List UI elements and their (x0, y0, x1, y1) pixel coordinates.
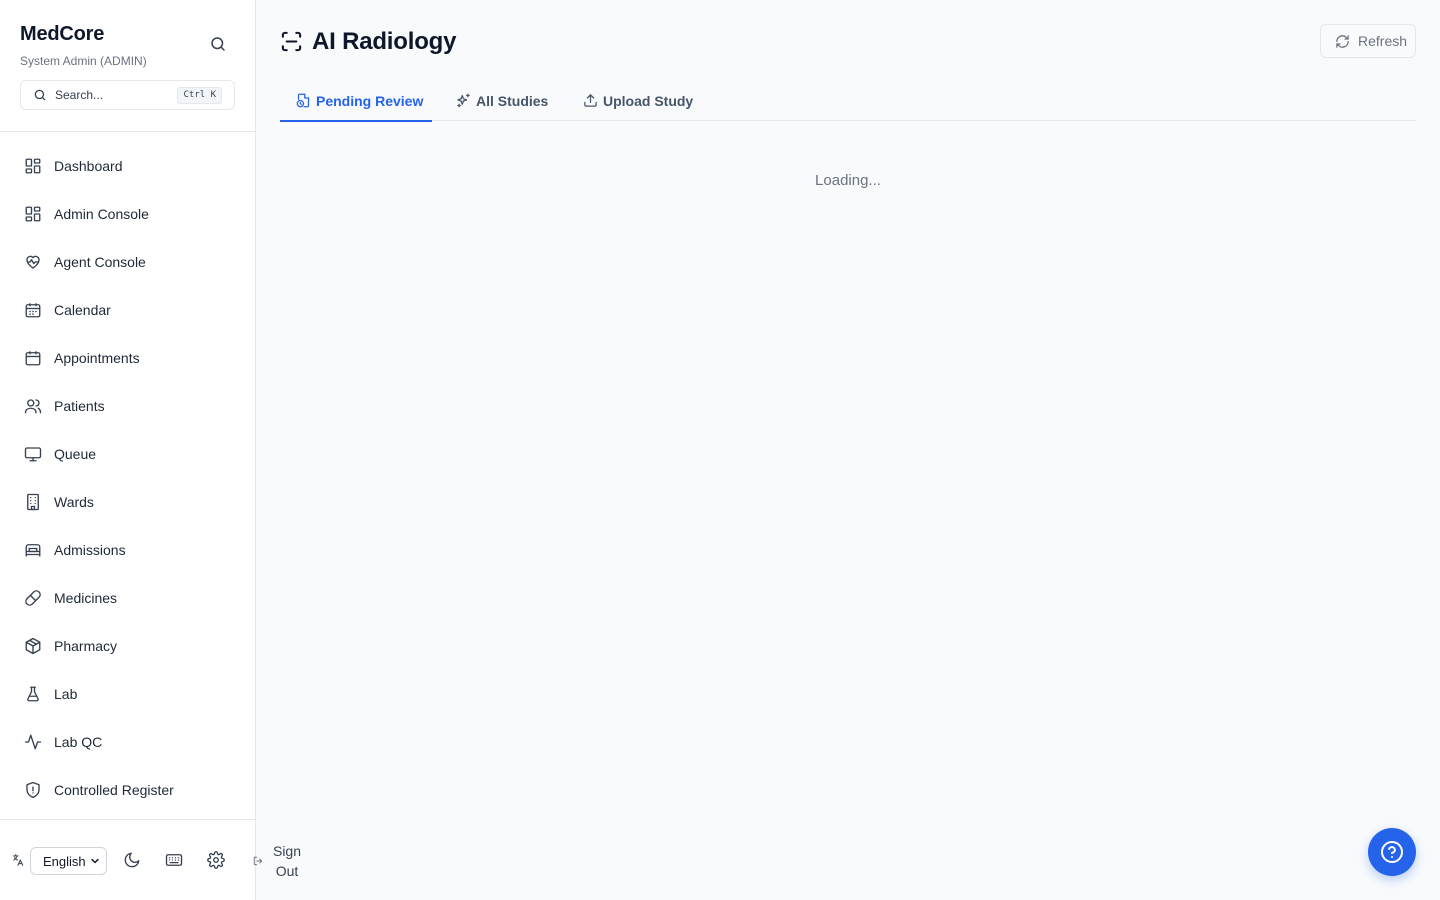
refresh-label: Refresh (1358, 33, 1408, 49)
sidebar-item-dashboard[interactable]: Dashboard (0, 142, 255, 190)
sidebar: MedCore System Admin (ADMIN) Search... C… (0, 0, 301, 900)
package-icon (24, 637, 42, 655)
search-placeholder: Search... (55, 88, 104, 102)
settings-button[interactable] (207, 851, 225, 869)
user-role: System Admin (ADMIN) (20, 54, 147, 68)
bed-icon (24, 541, 42, 559)
sidebar-item-label: Wards (54, 494, 94, 510)
search-icon (33, 88, 47, 102)
sidebar-header: MedCore System Admin (ADMIN) Search... C… (0, 0, 255, 132)
sidebar-item-label: Agent Console (54, 254, 146, 270)
layout-grid-icon (24, 157, 42, 175)
pill-icon (24, 589, 42, 607)
tab-pending-review[interactable]: Pending Review (280, 80, 432, 122)
tab-bar: Pending Review All Studies Upload Study (280, 80, 1416, 122)
sidebar-item-patients[interactable]: Patients (0, 382, 255, 430)
search-button[interactable] (206, 32, 230, 56)
search-shortcut-badge: Ctrl K (177, 87, 222, 104)
main-content: AI Radiology Refresh Pending Review All … (256, 0, 1440, 900)
activity-icon (24, 733, 42, 751)
moon-icon (123, 851, 141, 869)
upload-icon (583, 93, 598, 108)
sidebar-item-lab-qc[interactable]: Lab QC (0, 718, 255, 766)
shield-icon (24, 781, 42, 799)
sidebar-item-label: Medicines (54, 590, 118, 606)
sidebar-item-queue[interactable]: Queue (0, 430, 255, 478)
sidebar-item-label: Queue (54, 446, 97, 462)
tab-label: Pending Review (316, 92, 424, 109)
search-icon (209, 35, 227, 53)
scan-icon (280, 30, 303, 53)
heart-pulse-icon (24, 253, 42, 271)
language-select[interactable]: English (30, 847, 107, 875)
sidebar-item-admin-console[interactable]: Admin Console (0, 190, 255, 238)
sidebar-item-lab[interactable]: Lab (0, 670, 255, 718)
gear-icon (207, 851, 225, 869)
tab-label: Upload Study (603, 92, 694, 109)
app-root: MedCore System Admin (ADMIN) Search... C… (0, 0, 1440, 900)
sidebar-footer: English Sign Out (0, 819, 301, 900)
sidebar-item-label: Controlled Register (54, 782, 174, 798)
keyboard-icon (165, 851, 183, 869)
users-icon (24, 397, 42, 415)
loading-text: Loading... (815, 172, 881, 189)
language-icon (11, 853, 25, 867)
sidebar-item-appointments[interactable]: Appointments (0, 334, 255, 382)
sidebar-item-controlled-register[interactable]: Controlled Register (0, 766, 255, 814)
sidebar-item-label: Admissions (54, 542, 126, 558)
sidebar-item-label: Calendar (54, 302, 111, 318)
tab-label: All Studies (476, 92, 549, 109)
sidebar-item-label: Patients (54, 398, 105, 414)
sparkles-icon (456, 93, 471, 108)
flask-icon (24, 685, 42, 703)
tab-all-studies[interactable]: All Studies (456, 80, 548, 121)
language-select-value: English (43, 853, 86, 869)
sidebar-item-calendar[interactable]: Calendar (0, 286, 255, 334)
refresh-icon (1335, 34, 1350, 49)
refresh-button[interactable]: Refresh (1320, 24, 1416, 58)
calendar-days-icon (24, 301, 42, 319)
layout-grid-icon (24, 205, 42, 223)
file-clock-icon (296, 93, 311, 108)
sidebar-item-label: Lab QC (54, 734, 103, 750)
keyboard-shortcuts-button[interactable] (165, 851, 183, 869)
help-button[interactable] (1368, 828, 1416, 876)
sidebar-item-pharmacy[interactable]: Pharmacy (0, 622, 255, 670)
sidebar-item-admissions[interactable]: Admissions (0, 526, 255, 574)
sidebar-item-label: Admin Console (54, 206, 149, 222)
chevron-down-icon (89, 855, 101, 867)
calendar-icon (24, 349, 42, 367)
sidebar-item-agent-console[interactable]: Agent Console (0, 238, 255, 286)
search-input[interactable]: Search... Ctrl K (20, 80, 235, 110)
theme-toggle-button[interactable] (123, 851, 141, 869)
building-icon (24, 493, 42, 511)
help-circle-icon (1380, 840, 1404, 864)
sidebar-item-medicines[interactable]: Medicines (0, 574, 255, 622)
sidebar-item-wards[interactable]: Wards (0, 478, 255, 526)
sidebar-nav: Dashboard Admin Console Agent Console Ca… (0, 142, 255, 814)
monitor-icon (24, 445, 42, 463)
sidebar-item-label: Lab (54, 686, 78, 702)
page-title: AI Radiology (312, 28, 457, 55)
brand-name: MedCore (20, 23, 105, 45)
sidebar-item-label: Pharmacy (54, 638, 118, 654)
tab-upload-study[interactable]: Upload Study (583, 80, 693, 121)
sidebar-item-label: Appointments (54, 350, 140, 366)
sidebar-item-label: Dashboard (54, 158, 123, 174)
